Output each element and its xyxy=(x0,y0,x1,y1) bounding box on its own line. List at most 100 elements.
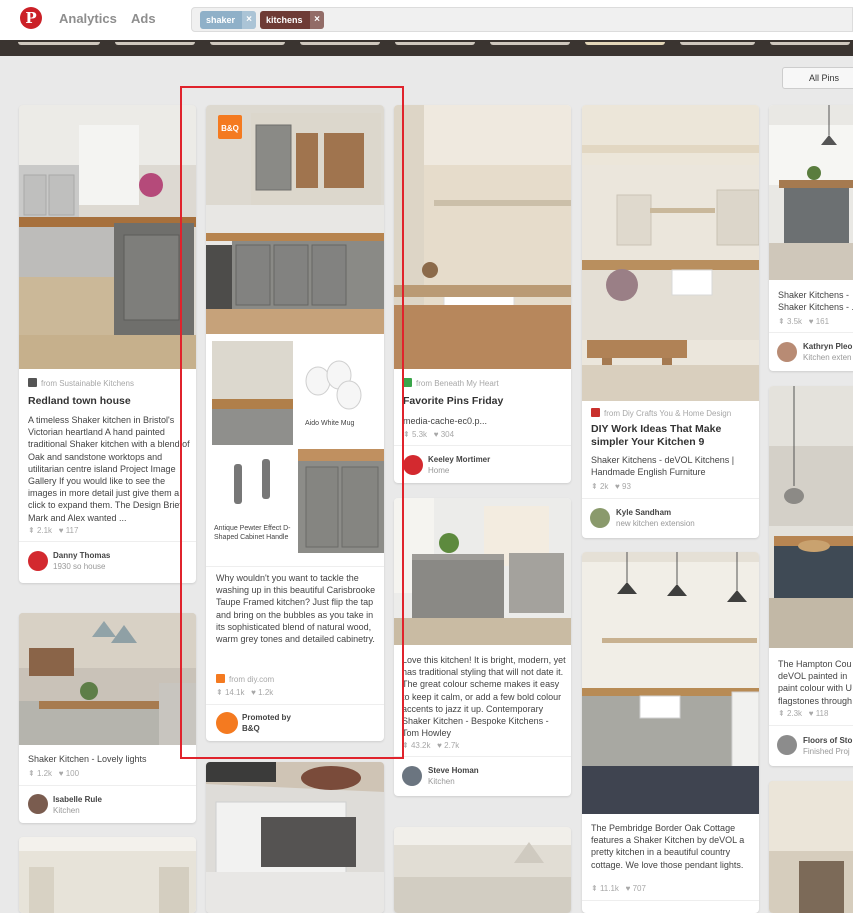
search-bar[interactable]: shaker × kitchens × xyxy=(191,7,853,32)
pinner-name[interactable]: Steve Homan xyxy=(428,766,479,775)
pin-description: The Hampton Cou deVOL painted in paint c… xyxy=(778,659,853,706)
pin-description: Shaker Kitchens - Shaker Kitchens - ... xyxy=(778,290,853,313)
source-text: from Diy Crafts You & Home Design xyxy=(604,409,732,418)
board-name[interactable]: Finished Proj xyxy=(803,747,850,756)
pin-description: A timeless Shaker kitchen in Bristol's V… xyxy=(28,415,190,523)
pin-image[interactable] xyxy=(19,613,196,745)
pin-image[interactable] xyxy=(394,105,571,369)
pin-image[interactable] xyxy=(769,105,853,280)
board-name[interactable]: Kitchen xyxy=(53,806,80,815)
pin-image[interactable] xyxy=(582,552,759,814)
pinner-name[interactable]: Keeley Mortimer xyxy=(428,455,490,464)
pin-card[interactable]: The Hampton Cou deVOL painted in paint c… xyxy=(769,386,853,766)
user-avatar[interactable] xyxy=(28,551,48,571)
pin-image[interactable] xyxy=(582,105,759,401)
pin-stats: ⇞ 14.1k ♥ 1.2k xyxy=(216,688,274,697)
like-count: 2.7k xyxy=(444,741,460,750)
pinner-name[interactable]: Danny Thomas xyxy=(53,551,110,560)
nav-analytics-link[interactable]: Analytics xyxy=(59,11,117,26)
pinner-name[interactable]: Kyle Sandham xyxy=(616,508,671,517)
pin-card[interactable]: Shaker Kitchen - Lovely lights ⇞ 1.2k ♥ … xyxy=(19,613,196,823)
pin-image[interactable]: B&Q xyxy=(206,105,384,334)
like-count: 707 xyxy=(632,884,646,893)
repin-count: 2k xyxy=(599,482,609,491)
board-name[interactable]: 1930 so house xyxy=(53,562,106,571)
source-icon xyxy=(403,378,412,387)
user-avatar[interactable] xyxy=(777,342,797,362)
pin-source[interactable]: from Sustainable Kitchens xyxy=(28,378,134,388)
advertiser-name[interactable]: B&Q xyxy=(242,724,260,733)
pin-card[interactable]: from Beneath My Heart Favorite Pins Frid… xyxy=(394,105,571,483)
pin-stats: ⇞ 2.3k ♥ 118 xyxy=(778,709,829,718)
pin-image[interactable] xyxy=(769,781,853,913)
user-avatar[interactable] xyxy=(590,508,610,528)
pin-stats: ⇞ 2.1k ♥ 117 xyxy=(28,526,79,535)
divider xyxy=(19,541,196,542)
pin-image[interactable] xyxy=(394,827,571,913)
user-avatar[interactable] xyxy=(777,735,797,755)
pin-card[interactable]: Shaker Kitchens - Shaker Kitchens - ... … xyxy=(769,105,853,371)
repin-count: 11.1k xyxy=(599,884,619,893)
source-text: from diy.com xyxy=(229,675,275,684)
pin-stats: ⇞ 11.1k ♥ 707 xyxy=(591,884,646,893)
like-count: 100 xyxy=(65,769,80,778)
pin-description: Love this kitchen! It is bright, modern,… xyxy=(402,655,566,739)
board-name[interactable]: Home xyxy=(428,466,449,475)
all-pins-button[interactable]: All Pins xyxy=(782,67,853,89)
pin-card[interactable] xyxy=(19,837,196,913)
remove-tag-icon[interactable]: × xyxy=(242,11,256,29)
pin-card[interactable] xyxy=(769,781,853,913)
pinterest-logo-icon[interactable]: P xyxy=(20,7,42,29)
pin-description: The Pembridge Border Oak Cottage feature… xyxy=(591,823,745,870)
pin-title[interactable]: DIY Work Ideas That Make simpler Your Ki… xyxy=(591,423,751,449)
divider xyxy=(206,566,384,567)
source-icon xyxy=(591,408,600,417)
pinner-name[interactable]: Kathryn Pleo xyxy=(803,342,852,351)
pin-description: Shaker Kitchen - Lovely lights xyxy=(28,754,147,764)
svg-text:B&Q: B&Q xyxy=(221,124,239,133)
board-name[interactable]: new kitchen extension xyxy=(616,519,695,528)
user-avatar[interactable] xyxy=(403,455,423,475)
pin-card[interactable] xyxy=(394,827,571,913)
pin-image[interactable] xyxy=(394,498,571,645)
board-name[interactable]: Kitchen exten xyxy=(803,353,851,362)
pin-card[interactable]: The Pembridge Border Oak Cottage feature… xyxy=(582,552,759,913)
source-text: from Sustainable Kitchens xyxy=(41,379,134,388)
pinner-name[interactable]: Isabelle Rule xyxy=(53,795,102,804)
pin-image[interactable] xyxy=(19,837,196,913)
pin-card[interactable] xyxy=(206,762,384,913)
pin-title[interactable]: Favorite Pins Friday xyxy=(403,395,565,408)
pin-title[interactable]: Redland town house xyxy=(28,395,190,408)
pin-stats: ⇞ 1.2k ♥ 100 xyxy=(28,769,80,778)
pin-stats: ⇞ 2k ♥ 93 xyxy=(591,482,631,491)
like-count: 1.2k xyxy=(258,688,274,697)
repin-count: 14.1k xyxy=(224,688,245,697)
like-count: 93 xyxy=(622,482,631,491)
pin-image[interactable] xyxy=(206,762,384,913)
collage-label-handle: Antique Pewter Effect D-Shaped Cabinet H… xyxy=(214,525,291,541)
pin-source[interactable]: from diy.com xyxy=(216,674,274,684)
pin-description: Shaker Kitchens - deVOL Kitchens | Handm… xyxy=(591,455,735,478)
pin-description: Why wouldn't you want to tackle the wash… xyxy=(216,573,376,645)
pinner-name[interactable]: Floors of Sto xyxy=(803,736,852,745)
search-tag-label: shaker xyxy=(206,15,236,25)
remove-tag-icon[interactable]: × xyxy=(310,11,324,29)
pin-image[interactable] xyxy=(19,105,196,369)
user-avatar[interactable] xyxy=(402,766,422,786)
search-tag-kitchens: kitchens × xyxy=(260,11,324,29)
pin-card[interactable]: from Sustainable Kitchens Redland town h… xyxy=(19,105,196,583)
advertiser-avatar[interactable] xyxy=(216,712,238,734)
pin-card[interactable]: Love this kitchen! It is bright, modern,… xyxy=(394,498,571,796)
user-avatar[interactable] xyxy=(28,794,48,814)
nav-ads-link[interactable]: Ads xyxy=(131,11,156,26)
pin-card[interactable]: from Diy Crafts You & Home Design DIY Wo… xyxy=(582,105,759,538)
pin-image[interactable] xyxy=(769,386,853,648)
pin-source[interactable]: from Beneath My Heart xyxy=(403,378,499,388)
board-name[interactable]: Kitchen xyxy=(428,777,455,786)
pin-source[interactable]: from Diy Crafts You & Home Design xyxy=(591,408,731,418)
source-icon xyxy=(28,378,37,387)
divider xyxy=(582,900,759,901)
repin-count: 2.1k xyxy=(36,526,53,535)
divider xyxy=(769,332,853,333)
promoted-pin-card[interactable]: B&Q Aido White Mug Antique Pewter Effect… xyxy=(206,105,384,741)
